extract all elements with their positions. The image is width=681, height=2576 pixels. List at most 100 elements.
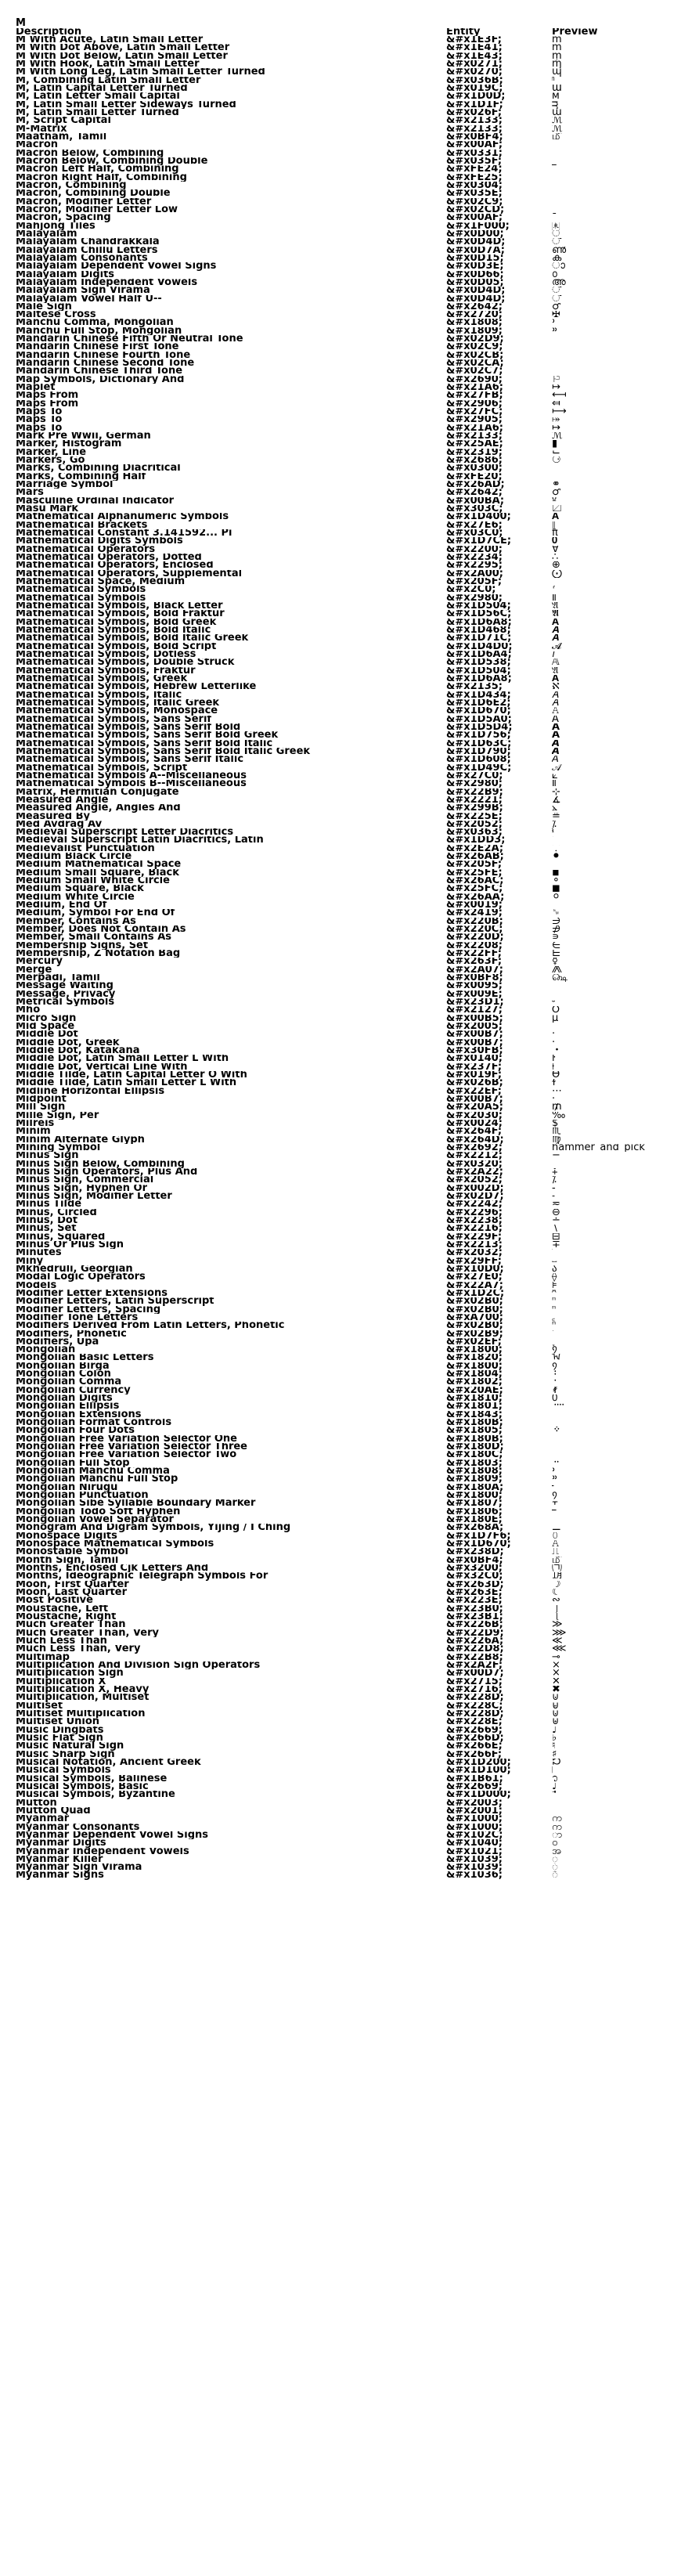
row-entity: &#x20AE;	[446, 1386, 503, 1395]
row-description: M With Long Leg, Latin Small Letter Turn…	[16, 68, 265, 77]
row-preview: ᠇	[552, 1499, 558, 1508]
row-description: Mandarin Chinese Second Tone	[16, 359, 195, 368]
row-entity: &#x1801;	[446, 1402, 503, 1411]
row-description: Manchu Full Stop, Mongolian	[16, 327, 182, 336]
row-description: Music Natural Sign	[16, 1742, 124, 1751]
row-entity: &#x22B8;	[446, 1653, 503, 1661]
row-entity: &#x0D66;	[446, 270, 504, 279]
row-preview: ᠈	[552, 1467, 556, 1476]
row-description: Multiplication Sign	[16, 1669, 124, 1678]
row-entity: &#x1D1F;	[446, 100, 503, 109]
table-row: M, Script Capital &#x2133; ℳ	[0, 117, 681, 124]
table-row: Maps To &#x21A6; ↦	[0, 424, 681, 432]
table-row: Midline Horizontal Ellipsis &#x22EF; ⋯	[0, 1088, 681, 1095]
row-entity: &#x22FF;	[446, 950, 502, 958]
table-row: Mathematical Space, Medium &#x205F;	[0, 578, 681, 586]
row-entity: &#x02CD;	[446, 205, 505, 215]
row-entity: &#x26AB;	[446, 853, 504, 861]
row-entity: &#x1D63C;	[446, 739, 512, 748]
row-preview: ᠁	[552, 1402, 564, 1411]
row-preview: ♂	[552, 302, 561, 312]
row-entity: &#x22EF;	[446, 1087, 502, 1095]
row-entity: &#x2980;	[446, 780, 503, 788]
row-preview: ᴟ	[552, 100, 559, 109]
row-preview: ⊖	[552, 1208, 560, 1217]
row-preview: ︤	[552, 165, 677, 173]
row-preview: ⋯	[552, 1087, 562, 1095]
row-entity: &#x10D0;	[446, 1265, 504, 1274]
table-row: Macron, Spacing &#x00AF; ¯	[0, 214, 681, 222]
table-row: Monospace Mathematical Symbols &#x1D670; 𝙰	[0, 1540, 681, 1548]
row-entity: &#x1000;	[446, 1823, 503, 1831]
row-preview: ⊟	[552, 1232, 560, 1241]
row-description: Macron, Combining Double	[16, 189, 171, 198]
row-preview: ♩	[552, 1782, 557, 1791]
table-row: Medium, Symbol For End Of &#x2419; ␙	[0, 909, 681, 917]
row-entity: &#x1800;	[446, 1492, 503, 1500]
table-row: Mathematical Symbols, Bold Script &#x1D4D…	[0, 643, 681, 651]
row-description: Moon, Last Quarter	[16, 1589, 127, 1597]
table-row: Multiplication X &#x2715; ✕	[0, 1678, 681, 1686]
row-description: Modifier Letter Extensions	[16, 1289, 168, 1298]
row-description: Mathematical Symbols, Double Struck	[16, 658, 235, 667]
row-description: Myanmar Independent Vowels	[16, 1847, 189, 1856]
row-preview: 𝛢	[552, 698, 559, 708]
row-preview: ᠐	[552, 1394, 558, 1403]
row-description: Mutton	[16, 1799, 57, 1807]
row-preview: π	[552, 529, 558, 538]
row-description: Mathematical Symbols, Bold Italic Greek	[16, 634, 249, 643]
row-preview: 𝙰	[552, 1540, 560, 1549]
table-row: Musical Notation, Ancient Greek &#x1D200;…	[0, 1759, 681, 1766]
table-row: Mars &#x2642; ♂	[0, 489, 681, 496]
row-entity: &#x0BF8;	[446, 974, 503, 983]
column-header-description: Description	[16, 28, 82, 37]
table-row: Member, Does Not Contain As &#x220C; ∌	[0, 925, 681, 933]
row-description: Mathematical Symbols, Bold Greek	[16, 618, 217, 626]
row-preview: 𝚨	[552, 674, 560, 684]
row-preview	[552, 860, 677, 868]
row-description: Mercury	[16, 958, 63, 966]
row-preview: 〼	[552, 505, 563, 514]
row-entity: &#x20A5;	[446, 1103, 504, 1112]
row-preview: 𝟎	[552, 537, 558, 546]
row-description: Mongolian Digits	[16, 1394, 113, 1403]
table-row: Milreis &#x0024; $	[0, 1120, 681, 1127]
table-row: Malayalam &#x0D00;ഀ	[0, 230, 681, 238]
row-description: Marker, Histogram	[16, 440, 122, 449]
table-row: Mathematical Alphanumeric Symbols &#x1D40…	[0, 513, 681, 521]
row-preview: ᠉	[552, 1475, 557, 1484]
row-preview: ാ	[552, 262, 565, 271]
row-description: Mid Space	[16, 1023, 75, 1031]
row-entity: &#x2200;	[446, 545, 503, 554]
row-description: Mongolian Free Variation Selector Three	[16, 1443, 247, 1452]
row-entity: &#x180D;	[446, 1443, 504, 1452]
table-row: Medium White Circle &#x26AA; ⚪	[0, 893, 681, 901]
row-preview: ᠂	[552, 1378, 557, 1387]
table-row: Myanmar Digits &#x1040; ၀	[0, 1839, 681, 1847]
row-preview: ✕	[552, 1677, 560, 1686]
row-description: Male Sign	[16, 302, 72, 312]
row-preview: ♭	[552, 1734, 557, 1743]
table-row: Mongolian Nirugu &#x180A; ᠊	[0, 1484, 681, 1492]
table-row: Measured Angle, Angles And &#x299B; ⦛	[0, 804, 681, 812]
row-preview: ⊍	[552, 1694, 560, 1702]
table-row: Med Avdrag Av &#x2052; ⁒	[0, 821, 681, 828]
row-entity: &#x0331;	[446, 149, 503, 157]
row-preview: ·	[552, 1095, 556, 1104]
table-row: Mathematical Symbols, Italic &#x1D434; 𝐴	[0, 691, 681, 699]
row-preview: ♮	[552, 1742, 556, 1751]
row-entity: &#x237F;	[446, 1063, 503, 1072]
table-row: Mutton &#x2003;	[0, 1799, 681, 1807]
row-preview: ᠍	[552, 1443, 677, 1451]
table-row: Multiset Multiplication &#x228D; ⊍	[0, 1710, 681, 1718]
table-row: Measured Angle &#x2221; ∡	[0, 796, 681, 804]
row-preview: ♏	[552, 1127, 561, 1136]
row-entity: &#xFE24;	[446, 165, 503, 174]
row-preview: ⟠	[552, 1273, 557, 1282]
row-entity: &#x0300;	[446, 464, 503, 473]
row-entity: &#x1DD3;	[446, 836, 506, 845]
row-entity: &#x2A07;	[446, 965, 504, 975]
row-entity: &#x035E;	[446, 189, 503, 198]
table-row: Mathematical Symbols, Sans Serif Italic &…	[0, 756, 681, 763]
table-row: Moon, First Quarter &#x263D; ☽	[0, 1581, 681, 1589]
